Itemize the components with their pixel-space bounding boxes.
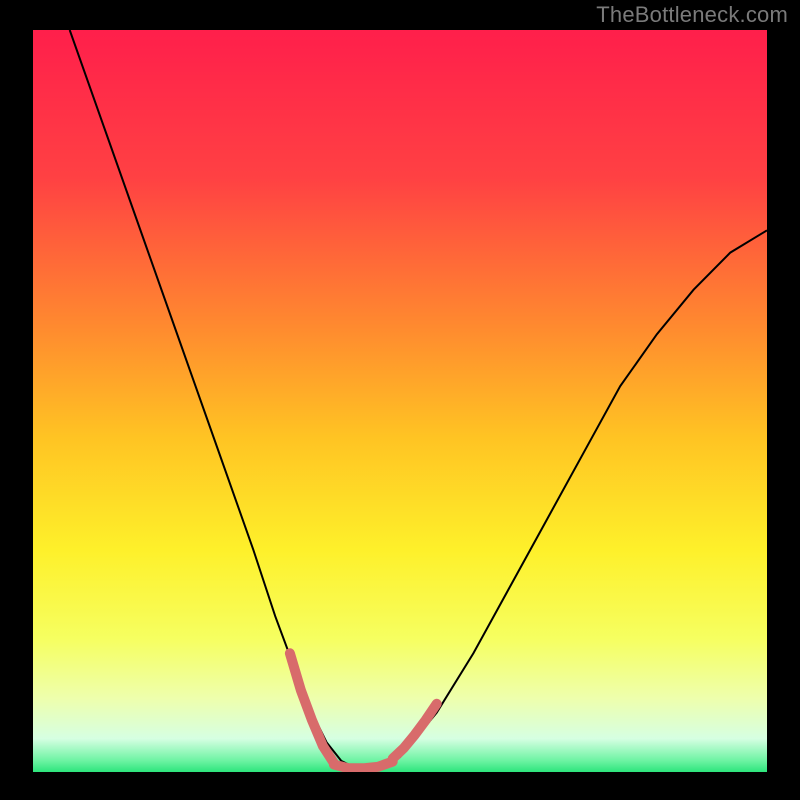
chart-svg	[0, 0, 800, 800]
chart-frame: TheBottleneck.com	[0, 0, 800, 800]
plot-background-gradient	[33, 30, 767, 772]
watermark-text: TheBottleneck.com	[596, 2, 788, 28]
